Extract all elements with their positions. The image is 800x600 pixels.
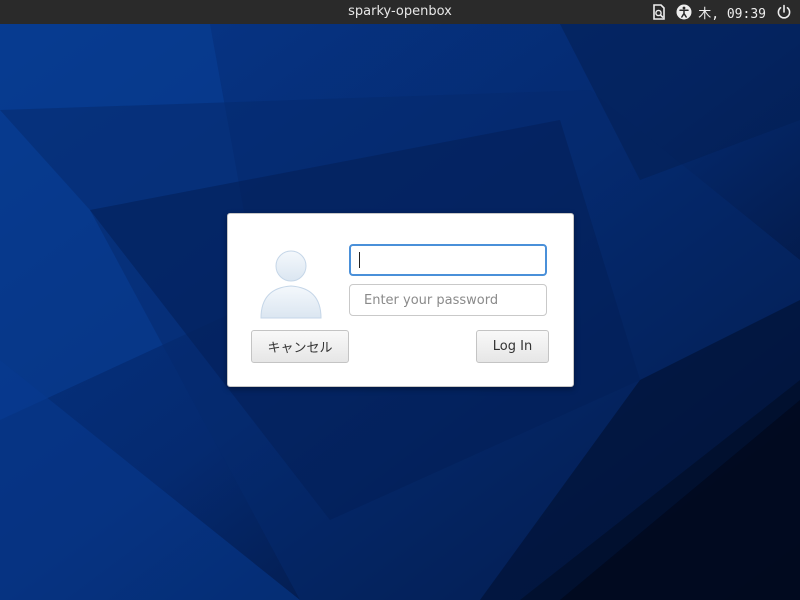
login-button[interactable]: Log In: [476, 330, 549, 363]
document-icon[interactable]: [652, 4, 666, 20]
accessibility-icon[interactable]: [676, 4, 692, 20]
top-panel: sparky-openbox 木, 09:39: [0, 0, 800, 24]
text-cursor: [359, 252, 360, 268]
login-dialog: キャンセル Log In: [227, 213, 574, 387]
login-screen: sparky-openbox 木, 09:39 キャンセル Log In: [0, 0, 800, 600]
cancel-button[interactable]: キャンセル: [251, 330, 349, 363]
clock[interactable]: 木, 09:39: [698, 3, 766, 22]
username-input[interactable]: [349, 244, 547, 276]
password-input[interactable]: [349, 284, 547, 316]
system-tray: 木, 09:39: [642, 3, 792, 22]
user-avatar-icon: [260, 250, 322, 319]
power-icon[interactable]: [776, 4, 792, 20]
